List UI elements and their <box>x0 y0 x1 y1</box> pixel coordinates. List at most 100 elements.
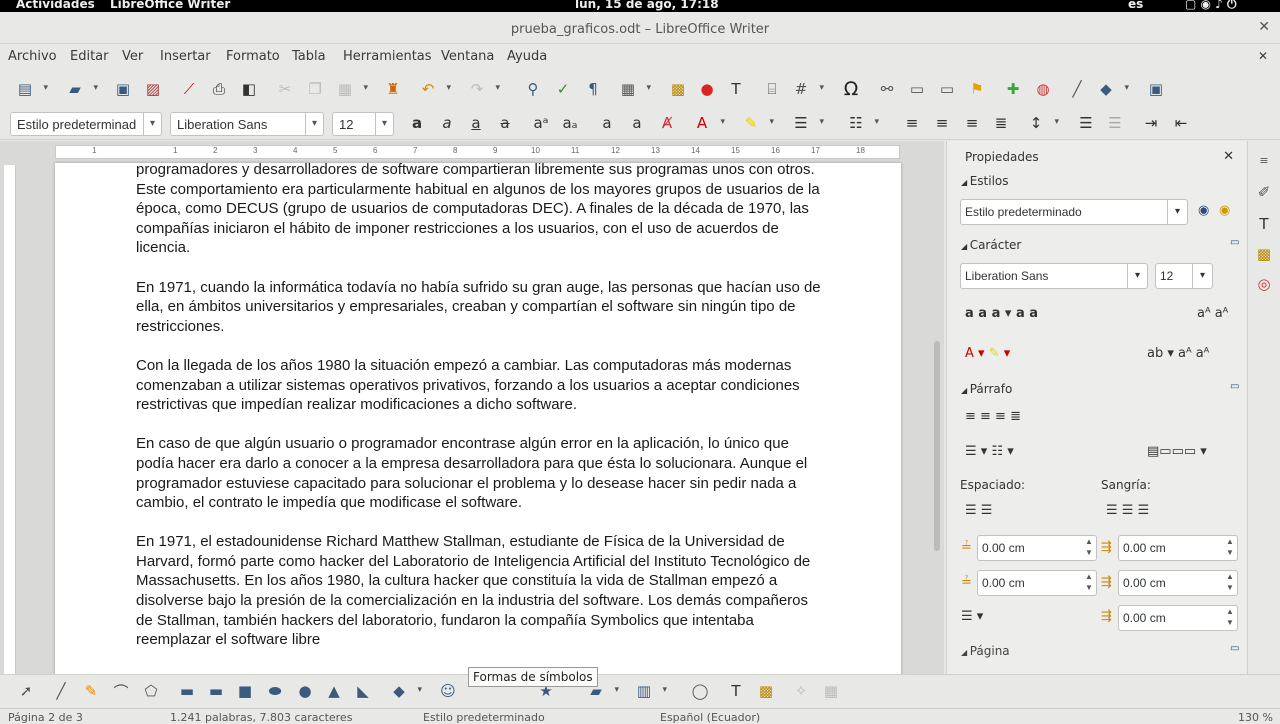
chevron-down-icon[interactable]: ▾ <box>375 113 393 135</box>
copy-icon[interactable]: ❐ <box>304 78 326 100</box>
ellipse-icon[interactable]: ⬬ <box>264 680 286 702</box>
chevron-down-icon[interactable]: ▾ <box>1192 264 1212 288</box>
page-style[interactable]: Estilo predeterminado <box>423 711 545 724</box>
paragraph[interactable]: En caso de que algún usuario o programad… <box>136 434 826 512</box>
points-icon[interactable]: ✧ <box>790 680 812 702</box>
font-color-icon[interactable]: A <box>691 112 725 134</box>
menu-formato[interactable]: Formato <box>226 49 280 64</box>
menu-ver[interactable]: Ver <box>122 49 143 64</box>
page-section-header[interactable]: Página <box>961 644 1010 658</box>
font-size-combo[interactable]: 12 ▾ <box>332 112 394 136</box>
menu-tabla[interactable]: Tabla <box>292 49 326 64</box>
decrease-paragraph-spacing-icon[interactable]: ☰ <box>1104 112 1126 134</box>
endnote-icon[interactable]: ▭ <box>936 78 958 100</box>
comment-icon[interactable]: ✚ <box>1002 78 1024 100</box>
chevron-down-icon[interactable]: ▾ <box>1127 264 1147 288</box>
indent-before-field[interactable]: 0.00 cm ▲ ▼ <box>1118 535 1238 561</box>
line-spacing-icon[interactable]: ☰ ▾ <box>961 609 983 624</box>
update-style-icon[interactable]: ◉ <box>1198 203 1209 218</box>
sidebar-font-combo[interactable]: Liberation Sans ▾ <box>960 263 1148 289</box>
open-folder-icon[interactable]: ▰ <box>64 78 98 100</box>
insert-page-break-icon[interactable]: ⌸ <box>761 78 783 100</box>
chevron-down-icon[interactable]: ▾ <box>1167 200 1187 224</box>
highlight-icon[interactable]: ✎ <box>740 112 774 134</box>
menu-ventana[interactable]: Ventana <box>441 49 494 64</box>
zoom-level[interactable]: 130 % <box>1238 711 1273 724</box>
align-right-icon[interactable]: ≡ <box>961 112 983 134</box>
align-center-icon[interactable]: ≡ <box>931 112 953 134</box>
first-line-indent-field[interactable]: 0.00 cm ▲ ▼ <box>1118 605 1238 631</box>
navigator-tab-icon[interactable]: ◎ <box>1253 273 1275 295</box>
align-left-icon[interactable]: ≡ <box>901 112 923 134</box>
close-document-icon[interactable]: ✕ <box>1258 49 1268 63</box>
footnote-icon[interactable]: ▭ <box>906 78 928 100</box>
print-preview-icon[interactable]: ◧ <box>238 78 260 100</box>
spacing-below-field[interactable]: 0.00 cm ▲ ▼ <box>977 570 1097 596</box>
activities-button[interactable]: Actividades <box>16 0 95 11</box>
callout-bubble-icon[interactable]: ◯ <box>689 680 711 702</box>
spin-buttons[interactable]: ▲ ▼ <box>1223 536 1237 560</box>
document-page[interactable]: programadores y desarrolladores de softw… <box>55 161 901 674</box>
indent-buttons-icon[interactable]: ☰ ☰ ☰ <box>1106 503 1149 518</box>
bold-icon[interactable]: a <box>406 112 428 134</box>
indent-after-field[interactable]: 0.00 cm ▲ ▼ <box>1118 570 1238 596</box>
basic-shapes-icon[interactable]: ◆ <box>1095 78 1129 100</box>
hyperlink-icon[interactable]: ⚯ <box>876 78 898 100</box>
new-document-icon[interactable]: ▤ <box>14 78 48 100</box>
properties-tab-icon[interactable]: ✐ <box>1253 181 1275 203</box>
language-indicator[interactable]: es <box>1128 0 1143 11</box>
character-section-header[interactable]: Carácter <box>961 238 1022 252</box>
spelling-icon[interactable]: ✓ <box>552 78 574 100</box>
spacing-above-field[interactable]: 0.00 cm ▲ ▼ <box>977 535 1097 561</box>
polygon-icon[interactable]: ⬠ <box>140 680 162 702</box>
strikethrough-icon[interactable]: a <box>494 112 516 134</box>
styles-tab-icon[interactable]: T <box>1253 213 1275 235</box>
font-name-combo[interactable]: Liberation Sans ▾ <box>170 112 324 136</box>
app-menu[interactable]: LibreOffice Writer <box>110 0 230 11</box>
vertical-scrollbar[interactable] <box>934 341 940 551</box>
horizontal-ruler[interactable]: 1 1 2 3 4 5 6 7 8 9 10 11 12 13 14 15 16… <box>55 145 900 159</box>
numbered-list-icon[interactable]: ☷ <box>845 112 879 134</box>
sidebar-alignment-icons[interactable]: ≡ ≡ ≡ ≣ <box>965 409 1021 424</box>
more-options-icon[interactable]: ▭ <box>1230 237 1239 248</box>
extrusion-icon[interactable]: ▦ <box>820 680 842 702</box>
save-icon[interactable]: ▣ <box>112 78 134 100</box>
freeform-icon[interactable]: ✎ <box>80 680 102 702</box>
rounded-rectangle-icon[interactable]: ▬ <box>205 680 227 702</box>
triangle-icon[interactable]: ▲ <box>323 680 345 702</box>
italic-icon[interactable]: a <box>436 112 458 134</box>
sidebar-bold-icon[interactable]: a a a ▾ a a <box>965 306 1038 321</box>
shadow-icon[interactable]: a <box>596 112 618 134</box>
insert-field-icon[interactable]: # <box>790 78 824 100</box>
new-style-icon[interactable]: ◉ <box>1219 203 1230 218</box>
underline-icon[interactable]: a <box>465 112 487 134</box>
insert-textbox-icon[interactable]: T <box>725 78 747 100</box>
special-character-icon[interactable]: Ω <box>840 78 862 100</box>
subscript-icon[interactable]: aₐ <box>559 112 581 134</box>
print-icon[interactable]: ⎙ <box>208 78 230 100</box>
line-icon[interactable]: ╱ <box>1066 78 1088 100</box>
vertical-ruler[interactable] <box>4 165 16 674</box>
system-tray-icons[interactable]: ▢ ◉ ♪ ⏻ <box>1185 0 1237 12</box>
increase-paragraph-spacing-icon[interactable]: ☰ <box>1075 112 1097 134</box>
gallery-tab-icon[interactable]: ▩ <box>1253 243 1275 265</box>
paragraph-section-header[interactable]: Párrafo <box>961 382 1013 396</box>
export-pdf-icon[interactable]: ⟋ <box>178 78 200 100</box>
insert-chart-icon[interactable]: ● <box>696 78 718 100</box>
page-count[interactable]: Página 2 de 3 <box>8 711 83 724</box>
line-spacing-icon[interactable]: ↕ <box>1025 112 1059 134</box>
menu-ayuda[interactable]: Ayuda <box>507 49 547 64</box>
paragraph[interactable]: En 1971, el estadounidense Richard Matth… <box>136 532 826 650</box>
menu-herramientas[interactable]: Herramientas <box>343 49 432 64</box>
bookmark-icon[interactable]: ⚑ <box>966 78 988 100</box>
clear-formatting-icon[interactable]: Ⱥ <box>656 112 678 134</box>
sidebar-font-color-icon[interactable]: A ▾ ✎ ▾ <box>965 346 1010 361</box>
insert-table-icon[interactable]: ▦ <box>617 78 651 100</box>
track-changes-icon[interactable]: ◍ <box>1032 78 1054 100</box>
basic-shapes-icon[interactable]: ◆ <box>388 680 422 702</box>
styles-section-header[interactable]: Estilos <box>961 174 1009 188</box>
menu-insertar[interactable]: Insertar <box>160 49 211 64</box>
textbox-icon[interactable]: T <box>725 680 747 702</box>
decrease-indent-icon[interactable]: ⇤ <box>1170 112 1192 134</box>
chevron-down-icon[interactable]: ▾ <box>143 113 161 135</box>
